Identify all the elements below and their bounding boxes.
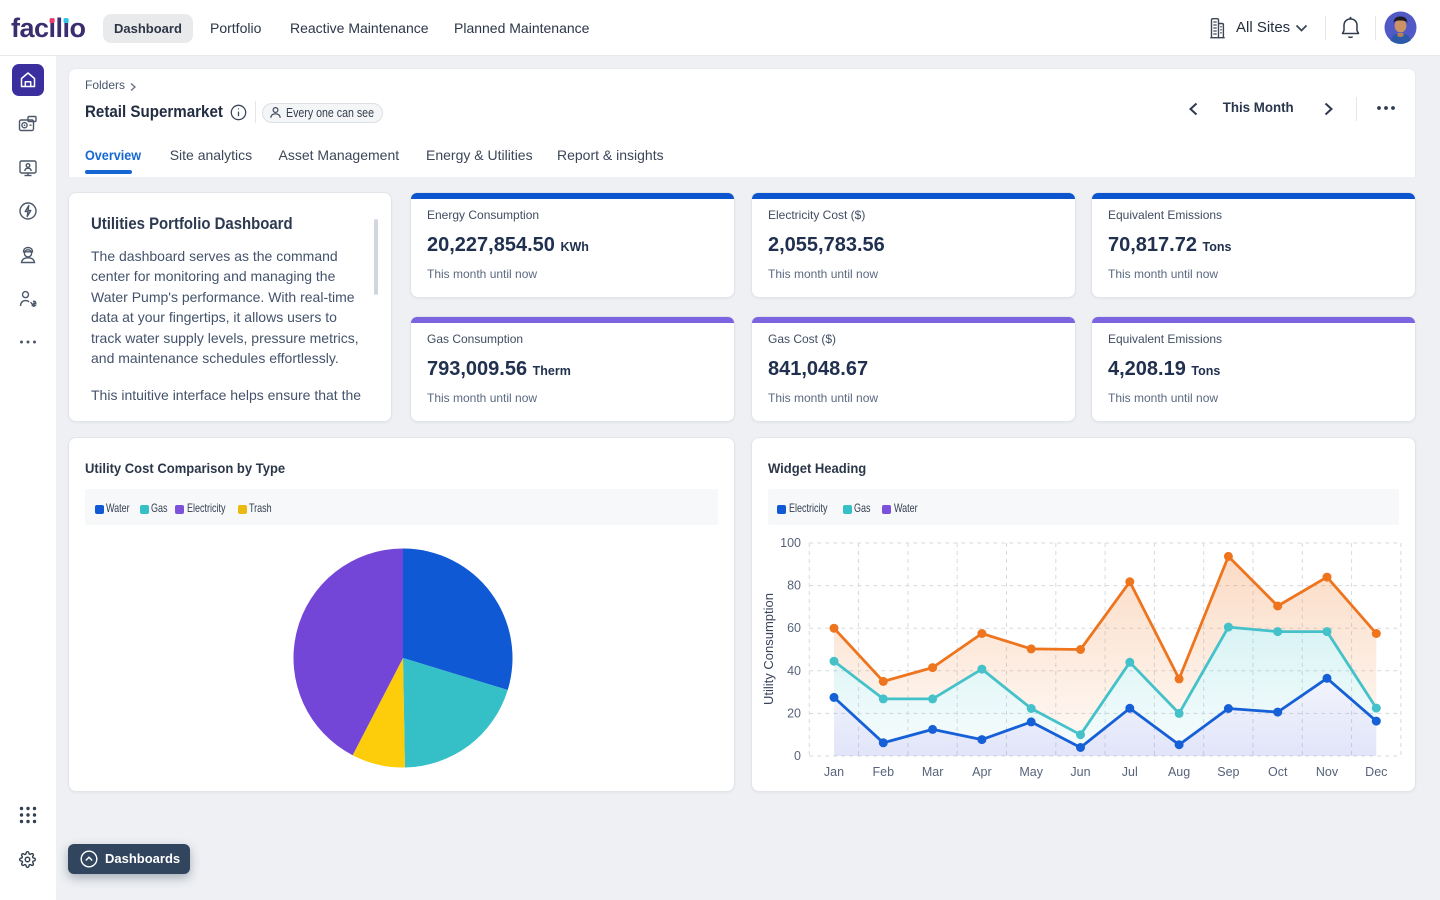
svg-text:20: 20	[787, 706, 801, 720]
svg-text:Jul: Jul	[1122, 765, 1138, 779]
svg-text:100: 100	[780, 536, 801, 550]
svg-text:Apr: Apr	[972, 765, 991, 779]
svg-text:May: May	[1019, 765, 1043, 779]
svg-text:Utility Consumption: Utility Consumption	[761, 593, 776, 705]
svg-text:Nov: Nov	[1316, 765, 1339, 779]
svg-text:40: 40	[787, 664, 801, 678]
svg-text:Aug: Aug	[1168, 765, 1190, 779]
svg-text:Jan: Jan	[824, 765, 844, 779]
svg-text:Jun: Jun	[1070, 765, 1090, 779]
svg-text:0: 0	[794, 749, 801, 763]
svg-text:Sep: Sep	[1217, 765, 1239, 779]
svg-text:Dec: Dec	[1365, 765, 1387, 779]
svg-text:80: 80	[787, 579, 801, 593]
svg-text:Oct: Oct	[1268, 765, 1288, 779]
svg-text:Mar: Mar	[922, 765, 944, 779]
svg-text:facılıo: facılıo	[11, 13, 86, 43]
svg-text:Feb: Feb	[873, 765, 895, 779]
svg-text:60: 60	[787, 621, 801, 635]
